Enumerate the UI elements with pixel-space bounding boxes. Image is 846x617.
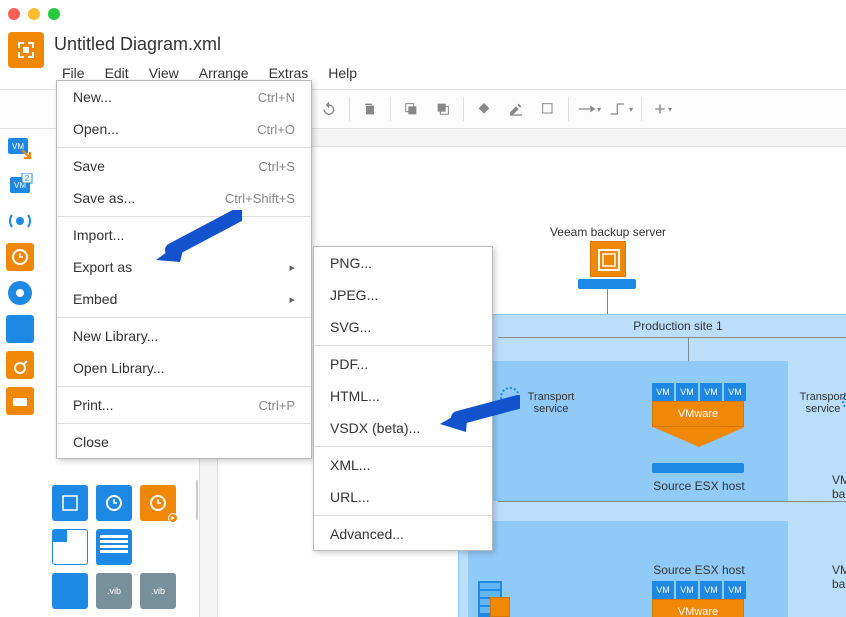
menu-save[interactable]: SaveCtrl+S xyxy=(57,150,311,182)
minimize-window-button[interactable] xyxy=(28,8,40,20)
close-window-button[interactable] xyxy=(8,8,20,20)
label-transport-1[interactable]: Transport service xyxy=(518,391,584,415)
shape-grid-1[interactable] xyxy=(52,485,88,521)
shape-orange-1[interactable] xyxy=(6,243,34,271)
export-url[interactable]: URL... xyxy=(314,481,492,513)
waypoint-icon[interactable]: ▾ xyxy=(605,93,637,125)
shape-grid-5[interactable] xyxy=(96,529,132,565)
vm-badge: VM xyxy=(652,581,674,599)
menu-embed[interactable]: Embed xyxy=(57,283,311,315)
zoom-window-button[interactable] xyxy=(48,8,60,20)
vmware-label: VMware xyxy=(652,599,744,617)
add-icon[interactable]: ▾ xyxy=(646,93,678,125)
shape-vib-1[interactable]: .vib xyxy=(96,573,132,609)
node-backup-bar[interactable] xyxy=(578,279,636,289)
delete-icon[interactable] xyxy=(354,93,386,125)
shape-broadcast-icon[interactable] xyxy=(6,207,34,235)
shape-grid-4[interactable] xyxy=(52,529,88,565)
vm-badge: VM xyxy=(700,581,722,599)
node-esx-bar-1[interactable] xyxy=(652,463,744,473)
shape-vm-icon[interactable]: VM xyxy=(6,135,34,163)
menu-open[interactable]: Open...Ctrl+O xyxy=(57,113,311,145)
annotation-arrow-1 xyxy=(152,210,242,270)
vm-badge: VM xyxy=(676,581,698,599)
label-transport-2[interactable]: Transport service xyxy=(790,391,846,415)
export-png[interactable]: PNG... xyxy=(314,247,492,279)
node-orange-small[interactable] xyxy=(490,597,510,617)
export-svg[interactable]: SVG... xyxy=(314,311,492,343)
line-color-icon[interactable] xyxy=(500,93,532,125)
fill-color-icon[interactable] xyxy=(468,93,500,125)
vm-badge: VM xyxy=(724,581,746,599)
shape-orange-3[interactable] xyxy=(6,387,34,415)
node-vmware-2[interactable]: VM VM VM VM VMware xyxy=(652,581,746,617)
menu-open-library[interactable]: Open Library... xyxy=(57,352,311,384)
export-xml[interactable]: XML... xyxy=(314,449,492,481)
titlebar xyxy=(0,0,846,28)
shape-disc-icon[interactable] xyxy=(6,279,34,307)
export-jpeg[interactable]: JPEG... xyxy=(314,279,492,311)
label-backup-server[interactable]: Veeam backup server xyxy=(538,225,678,239)
shape-vm2-icon[interactable]: VM2 xyxy=(6,171,34,199)
to-back-icon[interactable] xyxy=(427,93,459,125)
vm-badge: VM xyxy=(676,383,698,401)
shape-grid-3[interactable] xyxy=(140,485,176,521)
to-front-icon[interactable] xyxy=(395,93,427,125)
document-title[interactable]: Untitled Diagram.xml xyxy=(54,32,365,57)
shadow-icon[interactable] xyxy=(532,93,564,125)
shape-orange-2[interactable] xyxy=(6,351,34,379)
label-source-esx-2[interactable]: Source ESX host xyxy=(644,563,754,577)
shape-grid-2[interactable] xyxy=(96,485,132,521)
node-backup-server[interactable] xyxy=(590,241,626,277)
annotation-arrow-2 xyxy=(436,394,520,438)
label-vm-back-1[interactable]: VM back xyxy=(832,473,846,501)
menu-print[interactable]: Print...Ctrl+P xyxy=(57,389,311,421)
label-prod-site[interactable]: Production site 1 xyxy=(618,319,738,333)
vm-badge: VM xyxy=(724,383,746,401)
shape-grid-6[interactable] xyxy=(52,573,88,609)
menu-new[interactable]: New...Ctrl+N xyxy=(57,81,311,113)
menu-new-library[interactable]: New Library... xyxy=(57,320,311,352)
app-logo xyxy=(8,32,44,68)
connector-h2[interactable] xyxy=(498,501,846,502)
export-advanced[interactable]: Advanced... xyxy=(314,518,492,550)
label-vm-back-2[interactable]: VM back xyxy=(832,563,846,591)
export-pdf[interactable]: PDF... xyxy=(314,348,492,380)
menu-close[interactable]: Close xyxy=(57,426,311,458)
undo-icon[interactable] xyxy=(313,93,345,125)
connection-icon[interactable]: ▾ xyxy=(573,93,605,125)
menu-help[interactable]: Help xyxy=(320,63,365,83)
label-source-esx-1[interactable]: Source ESX host xyxy=(644,479,754,493)
vmware-label: VMware xyxy=(652,401,744,427)
shape-blue-1[interactable] xyxy=(6,315,34,343)
shape-vib-2[interactable]: .vib xyxy=(140,573,176,609)
connector-h1[interactable] xyxy=(498,337,846,338)
node-vmware-1[interactable]: VM VM VM VM VMware xyxy=(652,383,746,447)
vm-badge: VM xyxy=(652,383,674,401)
svg-text:2: 2 xyxy=(25,174,30,183)
header: Untitled Diagram.xml File Edit View Arra… xyxy=(0,28,846,83)
sidebar-scroll-thumb[interactable] xyxy=(196,480,198,520)
vm-badge: VM xyxy=(700,383,722,401)
